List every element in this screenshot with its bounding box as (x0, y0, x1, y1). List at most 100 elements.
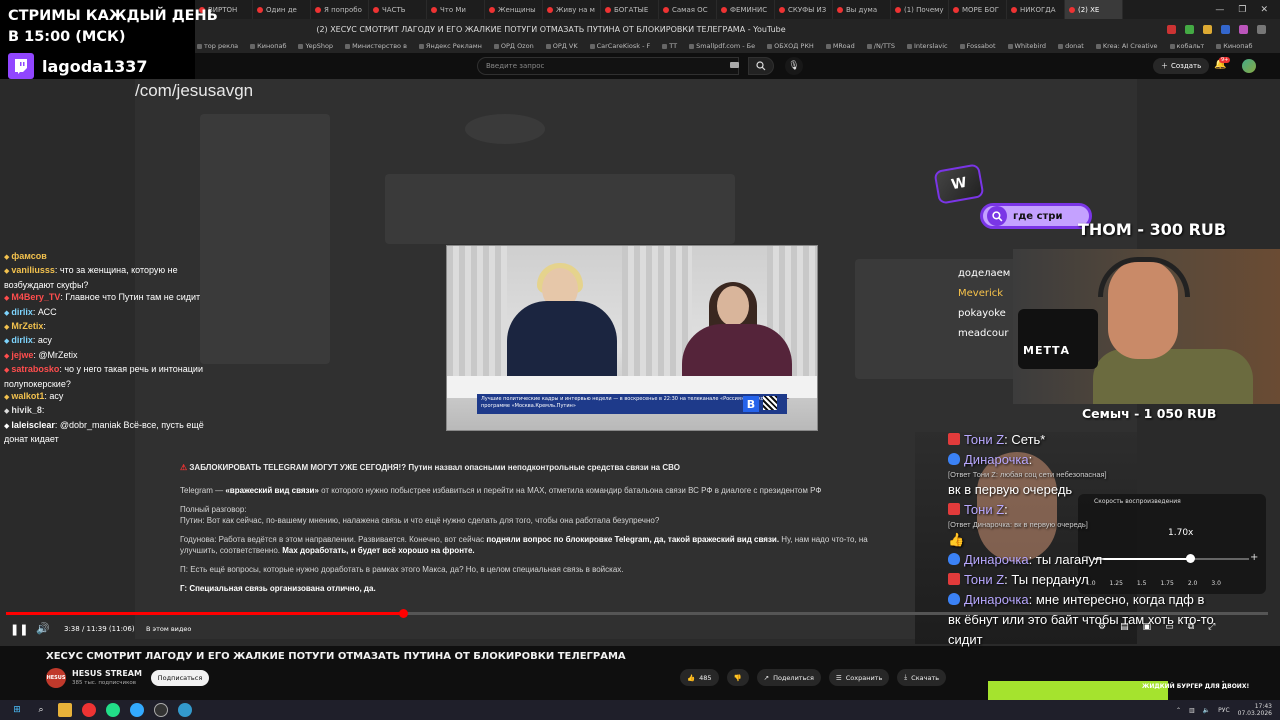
more-icon[interactable]: ⋮ (1218, 680, 1228, 691)
bookmark-item[interactable]: Krea: AI Creative (1096, 42, 1158, 50)
fullscreen-icon[interactable]: ⤢ (1208, 622, 1215, 632)
bookmark-item[interactable]: /N/TTS (867, 42, 895, 50)
obs-icon[interactable] (154, 703, 168, 717)
extension-icon[interactable] (1167, 24, 1176, 34)
browser-tab-label: Женщины (498, 5, 536, 14)
avatar[interactable] (1242, 59, 1256, 73)
browser-tab[interactable]: (2) ХЕ (1065, 0, 1123, 19)
cast-icon[interactable]: ⧉ (1188, 622, 1194, 632)
extension-icon[interactable] (1239, 24, 1248, 34)
browser-tab[interactable]: Что Ми (427, 0, 485, 19)
chevron-up-icon[interactable]: ⌃ (1176, 707, 1181, 714)
extension-icon[interactable] (1185, 24, 1194, 34)
article-paragraph: Путин: Вот как сейчас, по-вашему мнению,… (180, 516, 660, 525)
clock[interactable]: 17:43 07.03.2026 (1238, 703, 1272, 717)
browser-tab[interactable]: Живу на м (543, 0, 601, 19)
microphone (1018, 309, 1098, 369)
browser-tab[interactable]: СКУФЫ ИЗ (775, 0, 833, 19)
chat-text: : Сеть* (1004, 432, 1046, 447)
voice-search-button[interactable]: 🎙 (785, 57, 803, 75)
volume-button[interactable]: 🔊 (36, 622, 50, 635)
banner-line-1: СТРИМЫ КАЖДЫЙ ДЕНЬ (8, 8, 218, 24)
bookmark-item[interactable]: Smallpdf.com - Бе (689, 42, 755, 50)
theater-icon[interactable]: ▭ (1165, 622, 1174, 632)
youtube-icon (431, 6, 437, 13)
channel-avatar[interactable]: HESUS (46, 668, 66, 688)
app-icon[interactable] (178, 703, 192, 717)
minimize-icon[interactable]: — (1215, 5, 1224, 15)
search-input[interactable]: Введите запрос (477, 57, 739, 75)
close-icon[interactable]: ✕ (1260, 5, 1268, 15)
progress-scrubber[interactable] (399, 609, 409, 618)
bookmark-item[interactable]: TT (662, 42, 677, 50)
bookmark-item[interactable]: CarCareKiosk - F (590, 42, 651, 50)
bookmark-item[interactable]: MRoad (826, 42, 855, 50)
app-icon[interactable] (106, 703, 120, 717)
download-button[interactable]: ⤓ Скачать (897, 669, 947, 686)
chapter-button[interactable]: В этом видео (146, 625, 191, 633)
bookmark-item[interactable]: ОРД Ozon (494, 42, 534, 50)
bookmark-item[interactable]: Кинопаб (250, 42, 286, 50)
file-explorer-icon[interactable] (58, 703, 72, 717)
like-button[interactable]: 👍 485 (680, 669, 719, 686)
bookmark-item[interactable]: Яндекс Рекламн (419, 42, 482, 50)
youtube-header: Введите запрос 🎙 ＋ Создать 🔔 9+ (195, 53, 1280, 79)
browser-tab[interactable]: ФЕМИНИС (717, 0, 775, 19)
miniplayer-icon[interactable]: ▣ (1143, 622, 1152, 632)
blurred-region (385, 174, 735, 244)
keyboard-icon[interactable] (730, 62, 739, 68)
extension-icon[interactable] (1203, 24, 1212, 34)
settings-icon[interactable]: ⚙ (1098, 622, 1106, 632)
bookmark-item[interactable]: Министерство в (345, 42, 407, 50)
browser-tab[interactable]: Один де (253, 0, 311, 19)
extension-icon[interactable] (1257, 24, 1266, 34)
bookmark-item[interactable]: Fossabot (960, 42, 996, 50)
ad-banner[interactable] (988, 681, 1168, 701)
create-button[interactable]: ＋ Создать (1153, 58, 1210, 74)
bookmark-item[interactable]: кобальт (1170, 42, 1205, 50)
search-icon[interactable]: ⌕ (34, 703, 48, 717)
browser-tab[interactable]: Женщины (485, 0, 543, 19)
bookmark-item[interactable]: Кинопаб (1216, 42, 1252, 50)
browser-tab[interactable]: (1) Почему (891, 0, 949, 19)
windows-start-icon[interactable]: ⊞ (10, 703, 24, 717)
bookmark-item[interactable]: YepShop (298, 42, 333, 50)
maximize-icon[interactable]: ❐ (1238, 5, 1246, 15)
save-button[interactable]: ☰ Сохранить (828, 669, 890, 686)
browser-tab[interactable]: БОГАТЫЕ (601, 0, 659, 19)
create-button-label: Создать (1171, 62, 1202, 70)
bookmark-item[interactable]: тор рекла (197, 42, 238, 50)
extension-icon[interactable] (1221, 24, 1230, 34)
speaker-icon[interactable]: 🔈 (1203, 707, 1210, 714)
bookmark-item[interactable]: ОБХОД РКН (767, 42, 814, 50)
bookmark-item[interactable]: ОРД VK (546, 42, 578, 50)
chat-message: вк в первую очередь (948, 482, 1073, 497)
app-icon[interactable] (130, 703, 144, 717)
chat-message: Тони Z: Сеть* (948, 430, 1280, 450)
video-progress-bar[interactable] (6, 612, 1268, 615)
browser-tab[interactable]: Самая ОС (659, 0, 717, 19)
chat-message: ◆ hivik_8: (4, 404, 214, 418)
pause-button[interactable]: ❚❚ (10, 623, 28, 636)
browser-tab[interactable]: НИКОГДА (1007, 0, 1065, 19)
subtitles-icon[interactable]: ▤ (1120, 622, 1129, 632)
network-icon[interactable]: ▥ (1189, 707, 1195, 714)
browser-tab[interactable]: Вы дума (833, 0, 891, 19)
language-indicator[interactable]: РУС (1218, 707, 1229, 714)
chat-text: : Ты перданул (1004, 572, 1089, 587)
browser-tab[interactable]: Я попробо (311, 0, 369, 19)
bookmark-item[interactable]: donat (1058, 42, 1084, 50)
browser-tab[interactable]: МОРЕ БОГ (949, 0, 1007, 19)
search-button[interactable] (748, 57, 774, 75)
browser-tab[interactable]: ЧАСТЬ (369, 0, 427, 19)
subscribe-button[interactable]: Подписаться (151, 670, 209, 686)
channel-name[interactable]: HESUS STREAM (72, 669, 142, 678)
bookmark-item[interactable]: Interslavic (907, 42, 948, 50)
blurred-region (200, 114, 330, 364)
gift-icon (948, 433, 960, 445)
qr-code (763, 396, 777, 410)
dislike-button[interactable]: 👎 (726, 669, 749, 686)
yandex-browser-icon[interactable] (82, 703, 96, 717)
share-button[interactable]: ↗ Поделиться (756, 669, 821, 686)
bookmark-item[interactable]: Whitebird (1008, 42, 1047, 50)
